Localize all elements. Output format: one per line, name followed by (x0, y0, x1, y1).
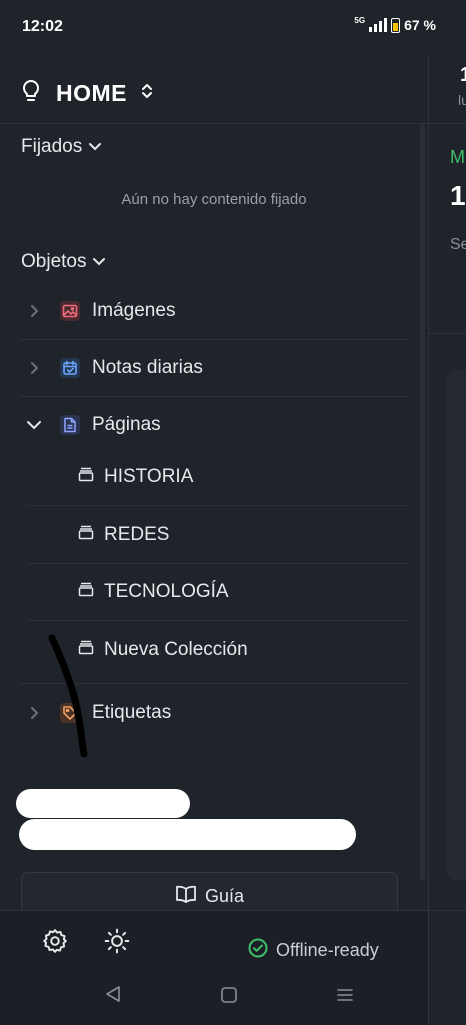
sidebar-item-imagenes[interactable]: Imágenes (20, 282, 408, 339)
pinned-empty-message: Aún no hay contenido fijado (121, 191, 307, 208)
status-bar: 12:02 5G 67 % (0, 0, 466, 56)
divider (429, 123, 466, 124)
sidebar-item-label: Imágenes (92, 299, 176, 321)
objects-section-toggle[interactable]: Objetos (21, 251, 106, 273)
document-icon (60, 414, 80, 435)
settings-gear-icon[interactable] (42, 928, 68, 959)
main-pane-green-label: M (450, 147, 465, 167)
collection-label: REDES (104, 523, 170, 545)
status-time: 12:02 (22, 18, 63, 35)
collection-item-historia[interactable]: HISTORIA (78, 448, 193, 505)
chevron-up-down-icon (141, 82, 153, 105)
divider (429, 910, 466, 911)
lightbulb-icon (20, 79, 42, 108)
pinned-section-title: Fijados (21, 136, 83, 157)
chevron-right-icon[interactable] (20, 361, 48, 375)
signal-icon (369, 18, 388, 32)
collection-label: Nueva Colección (104, 638, 248, 660)
pane-divider[interactable] (428, 56, 429, 1024)
main-pane-card[interactable] (447, 370, 466, 880)
sidebar-scrollbar[interactable] (420, 124, 425, 880)
book-icon (175, 885, 197, 908)
sidebar-item-notas-diarias[interactable]: Notas diarias (20, 339, 408, 396)
workspace-switcher[interactable]: HOME (20, 78, 153, 108)
redacted-block (19, 819, 356, 850)
divider (0, 123, 428, 124)
main-pane-count: 1 (450, 180, 466, 211)
check-circle-icon (248, 938, 268, 963)
collection-icon (78, 524, 94, 545)
image-icon (60, 300, 80, 321)
collection-icon (78, 581, 94, 602)
collection-item-redes[interactable]: REDES (78, 506, 169, 563)
status-icons: 5G 67 % (354, 15, 436, 34)
sidebar-item-label: Etiquetas (92, 701, 172, 723)
nav-back-icon[interactable] (104, 984, 122, 1009)
collection-label: TECNOLOGÍA (104, 580, 229, 602)
sync-status-label: Offline-ready (276, 940, 379, 960)
workspace-name: HOME (56, 79, 127, 106)
battery-icon (391, 17, 401, 33)
chevron-down-icon (82, 136, 102, 158)
sidebar (0, 56, 428, 910)
collection-item-nueva-coleccion[interactable]: Nueva Colección (78, 621, 248, 678)
main-pane-caption: Se (450, 236, 466, 253)
collection-label: HISTORIA (104, 465, 194, 487)
redacted-block (16, 789, 190, 818)
calendar-check-icon (60, 357, 80, 378)
sun-theme-icon[interactable] (104, 928, 130, 959)
network-type: 5G (354, 15, 366, 25)
collection-icon (78, 466, 94, 487)
sidebar-item-label: Notas diarias (92, 356, 203, 378)
scribble-mark (48, 634, 88, 758)
nav-home-icon[interactable] (220, 986, 238, 1009)
chevron-down-icon (86, 251, 106, 273)
battery-level: 67 % (404, 17, 436, 33)
sidebar-item-paginas[interactable]: Páginas (20, 396, 408, 453)
chevron-down-icon[interactable] (20, 420, 48, 430)
pinned-section-toggle[interactable]: Fijados (21, 136, 102, 158)
collection-item-tecnologia[interactable]: TECNOLOGÍA (78, 563, 229, 620)
chevron-right-icon[interactable] (20, 304, 48, 318)
objects-section-title: Objetos (21, 251, 87, 272)
nav-recents-icon[interactable] (336, 986, 354, 1009)
main-pane-number: 1 (460, 64, 466, 86)
sync-status: Offline-ready (248, 938, 379, 963)
sidebar-item-label: Páginas (92, 413, 161, 435)
main-pane-subtext: lu (458, 92, 466, 108)
guide-button-label: Guía (204, 885, 245, 906)
divider (429, 333, 466, 334)
